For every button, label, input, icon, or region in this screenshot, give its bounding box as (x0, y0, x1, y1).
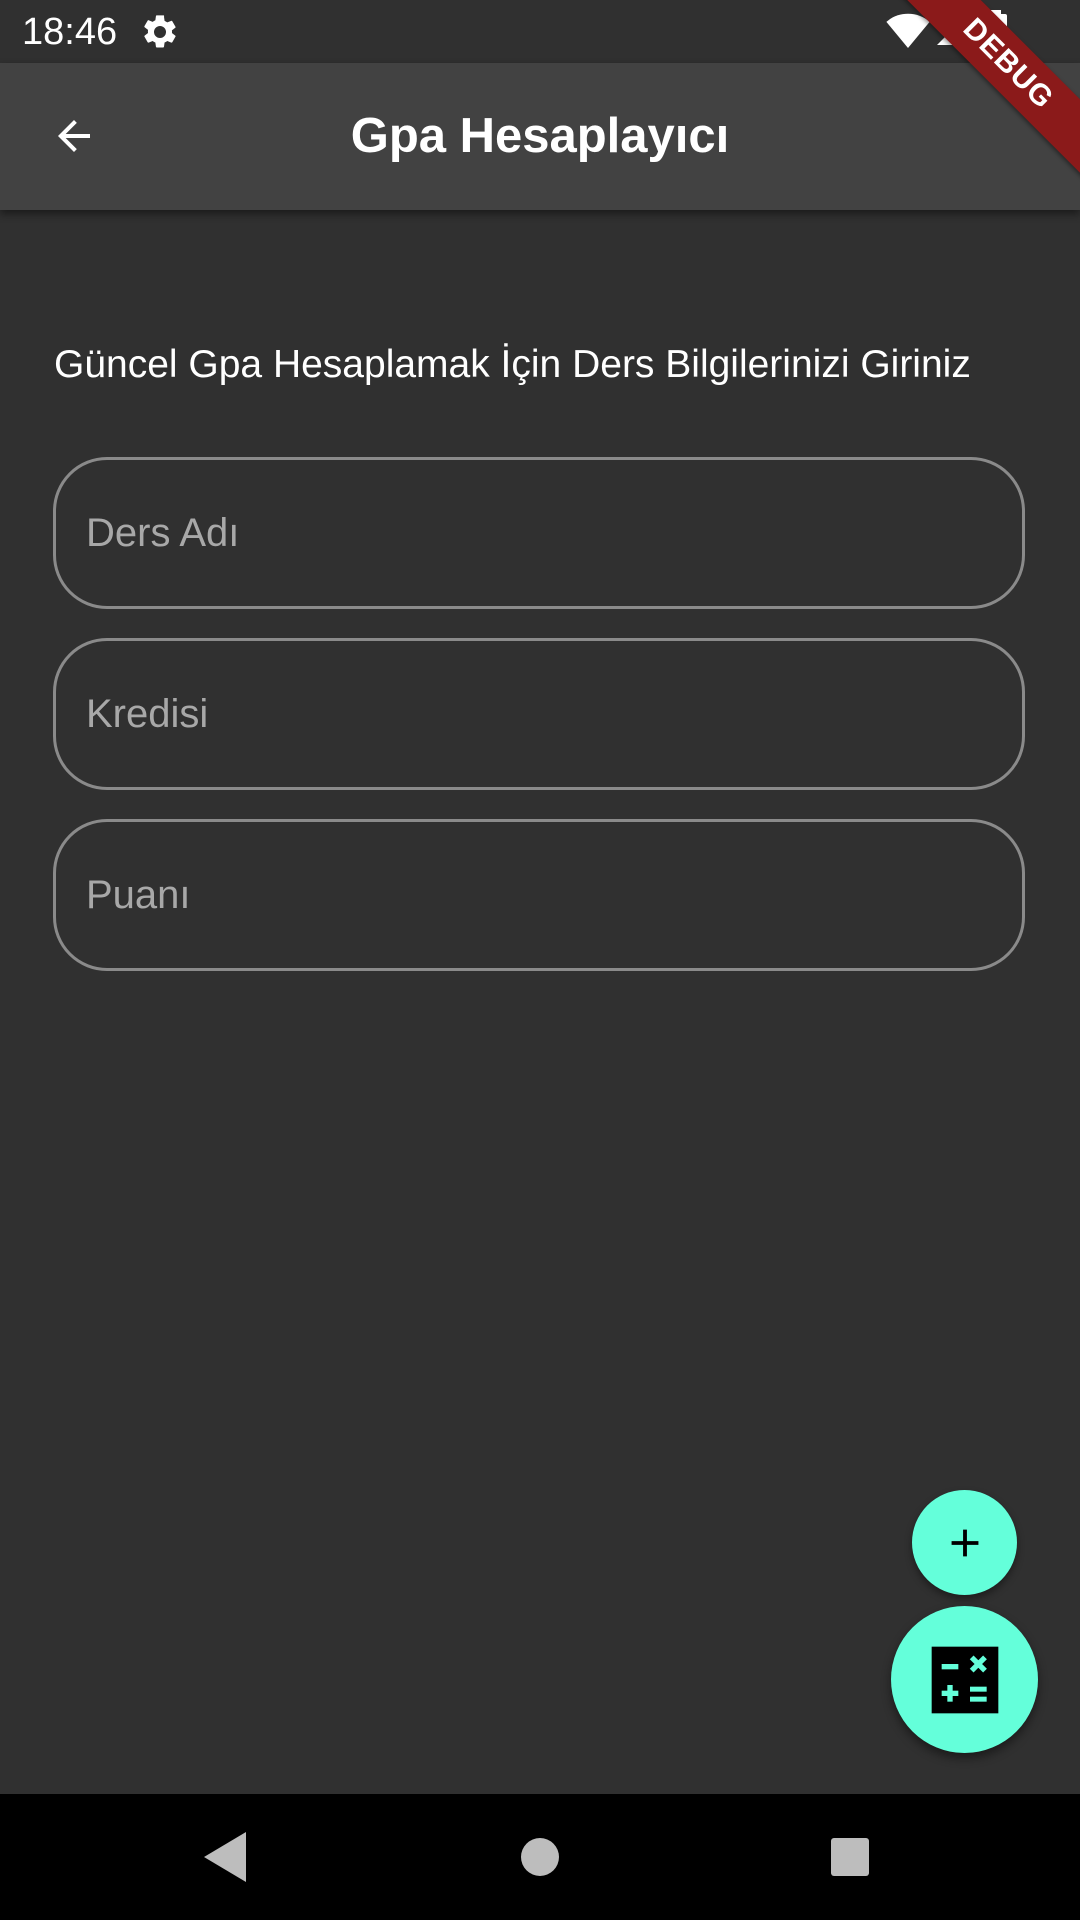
course-name-input[interactable] (86, 460, 986, 606)
nav-recents-button[interactable] (810, 1822, 890, 1892)
page-title: Gpa Hesaplayıcı (350, 109, 730, 163)
nav-back-triangle-icon (204, 1832, 246, 1882)
nav-recents-square-icon (831, 1838, 869, 1876)
nav-home-circle-icon (521, 1838, 559, 1876)
navigation-bar (0, 1794, 1080, 1920)
instruction-text: Güncel Gpa Hesaplamak İçin Ders Bilgiler… (54, 343, 971, 386)
status-time: 18:46 (22, 11, 118, 53)
grade-field[interactable] (53, 819, 1025, 971)
calculator-icon (931, 1646, 998, 1713)
nav-home-button[interactable] (500, 1822, 580, 1892)
settings-gear-icon (144, 15, 176, 48)
add-course-button[interactable] (912, 1490, 1017, 1595)
wifi-icon (886, 13, 930, 48)
nav-back-button[interactable] (186, 1822, 266, 1892)
credit-input[interactable] (86, 641, 986, 787)
screen: 18:46 Gpa Hesaplayıcı DEBUG Güncel Gpa H… (0, 0, 1080, 1920)
calculate-button[interactable] (891, 1606, 1038, 1753)
grade-input[interactable] (86, 822, 986, 968)
app-bar: Gpa Hesaplayıcı (0, 63, 1080, 210)
credit-field[interactable] (53, 638, 1025, 790)
plus-icon (951, 1529, 978, 1556)
course-name-field[interactable] (53, 457, 1025, 609)
